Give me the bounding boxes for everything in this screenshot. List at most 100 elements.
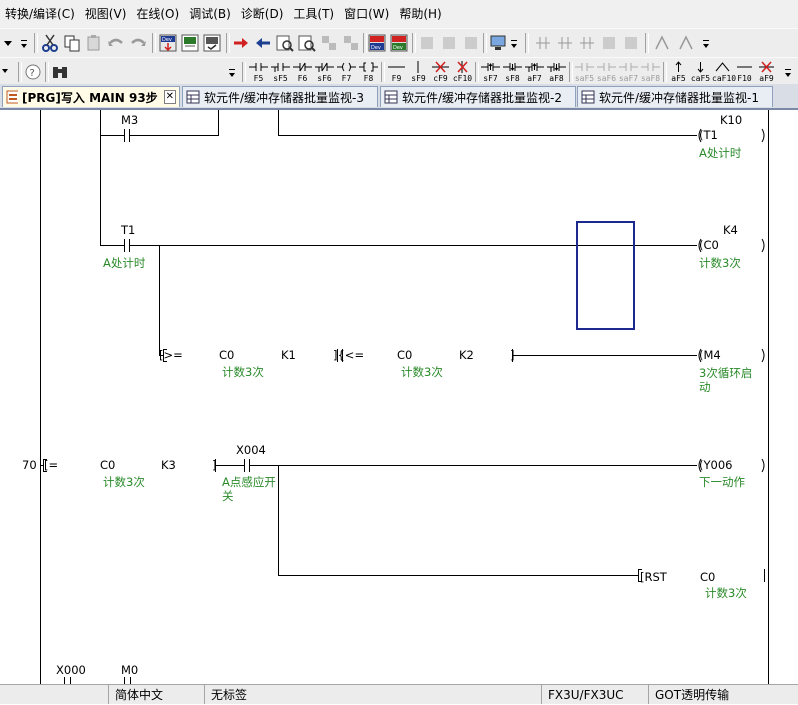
compare-constant: K1	[281, 348, 296, 362]
fkey-delete-horizontal[interactable]: cF9	[430, 61, 451, 83]
toolbar-separator	[226, 33, 230, 53]
tab-program-main[interactable]: [PRG]写入 MAIN 93步 ✕	[2, 86, 180, 107]
fkey-operation-result[interactable]: caF5	[690, 61, 711, 83]
toolbar-overflow-icon[interactable]	[782, 62, 794, 82]
svg-text:Dev: Dev	[371, 45, 381, 51]
ladder-column-icon[interactable]	[577, 33, 597, 53]
undo-icon[interactable]	[106, 33, 126, 53]
toolbar-overflow-icon[interactable]	[18, 33, 30, 53]
paste-icon[interactable]	[84, 33, 104, 53]
fkey-pulse-or-disabled[interactable]: saF6	[596, 61, 617, 83]
ladder-insert-icon[interactable]	[533, 33, 553, 53]
toolbar-overflow-icon[interactable]	[700, 33, 712, 53]
monitor-start-icon[interactable]: Dev	[367, 33, 387, 53]
tab-device-batch-monitor-3[interactable]: 软元件/缓冲存储器批量监视-3	[182, 86, 378, 107]
menu-window[interactable]: 窗口(W)	[339, 3, 394, 25]
standard-toolbar: Dev Dev Dev	[0, 28, 798, 59]
display-icon[interactable]	[488, 33, 508, 53]
redo-icon[interactable]	[128, 33, 148, 53]
fkey-rising-pulse-branch[interactable]: aF7	[524, 61, 545, 83]
zoom-dropdown-icon[interactable]	[0, 62, 16, 82]
copy-icon[interactable]	[62, 33, 82, 53]
menu-tools[interactable]: 工具(T)	[288, 3, 339, 25]
toolbar-dropdown-icon[interactable]	[1, 33, 15, 53]
help-icon[interactable]: ?	[23, 62, 43, 82]
contact-device: M0	[121, 663, 139, 677]
status-empty	[0, 685, 108, 704]
find-device-icon[interactable]	[275, 33, 295, 53]
device-comment: 计数3次	[401, 365, 443, 379]
menu-diagnostics[interactable]: 诊断(D)	[236, 3, 289, 25]
edit-cursor	[576, 221, 635, 330]
fkey-coil[interactable]: F7	[336, 61, 357, 83]
fkey-line-delete[interactable]: aF9	[756, 61, 777, 83]
toolbar-separator	[242, 62, 246, 82]
fkey-vertical-line[interactable]: sF9	[408, 61, 429, 83]
fkey-rising-pulse[interactable]: sF7	[480, 61, 501, 83]
coil-setpoint: K10	[720, 113, 743, 127]
fkey-pulse-or-disabled[interactable]: saF8	[640, 61, 661, 83]
menu-view[interactable]: 视图(V)	[80, 3, 132, 25]
menu-debug[interactable]: 调试(B)	[184, 3, 236, 25]
binoculars-icon[interactable]	[50, 62, 70, 82]
status-bar: 简体中文 无标签 FX3U/FX3UC GOT透明传输	[0, 684, 798, 704]
toolbar-overflow-icon[interactable]	[226, 62, 238, 82]
fkey-pulse-or-disabled[interactable]: saF5	[574, 61, 595, 83]
verify-icon[interactable]	[202, 33, 222, 53]
fkey-closed-branch[interactable]: sF6	[314, 61, 335, 83]
menu-online[interactable]: 在线(O)	[131, 3, 184, 25]
monitor-window-icon	[186, 90, 200, 104]
ladder-block-icon[interactable]	[621, 33, 641, 53]
contact-device: X000	[56, 663, 86, 677]
cut-icon[interactable]	[40, 33, 60, 53]
fkey-invert[interactable]: aF5	[668, 61, 689, 83]
toolbar-overflow-icon[interactable]	[508, 33, 520, 53]
menu-convert[interactable]: 转换/编译(C)	[0, 3, 80, 25]
fkey-closed-contact[interactable]: F6	[292, 61, 313, 83]
write-to-plc-icon[interactable]	[180, 33, 200, 53]
find-instruction-icon[interactable]	[297, 33, 317, 53]
tab-device-batch-monitor-1[interactable]: 软元件/缓冲存储器批量监视-1	[577, 86, 773, 107]
replace-icon[interactable]	[319, 33, 339, 53]
fkey-horizontal-line[interactable]: F9	[386, 61, 407, 83]
replace-device-icon[interactable]	[341, 33, 361, 53]
fkey-falling-pulse[interactable]: sF8	[502, 61, 523, 83]
device-comment: 下一动作	[699, 475, 745, 489]
fkey-delete-vertical[interactable]: cF10	[452, 61, 473, 83]
fkey-pulse-or-disabled[interactable]: saF7	[618, 61, 639, 83]
comment-icon[interactable]	[439, 33, 459, 53]
read-from-plc-icon[interactable]: Dev	[158, 33, 178, 53]
close-icon[interactable]: ✕	[163, 90, 176, 104]
fkey-open-contact[interactable]: F5	[248, 61, 269, 83]
ladder-delete-icon[interactable]	[555, 33, 575, 53]
fkey-invert-pulse[interactable]: caF10	[712, 61, 736, 83]
instruction-close-bracket: ]	[510, 348, 515, 362]
step-number: 70	[22, 458, 37, 472]
program-icon	[6, 90, 19, 104]
jump-icon[interactable]	[231, 33, 251, 53]
device-comment: A点感应开关	[222, 475, 276, 503]
monitor-window-icon	[581, 90, 595, 104]
fkey-instruction[interactable]: F8	[358, 61, 379, 83]
return-icon[interactable]	[253, 33, 273, 53]
compare-constant: K3	[161, 458, 176, 472]
device-comment: 3次循环启动	[699, 366, 753, 394]
menu-help[interactable]: 帮助(H)	[394, 3, 446, 25]
statement-icon[interactable]	[461, 33, 481, 53]
ladder-down-icon[interactable]	[676, 33, 696, 53]
contact-device: M3	[121, 113, 139, 127]
tab-device-batch-monitor-2[interactable]: 软元件/缓冲存储器批量监视-2	[380, 86, 576, 107]
ladder-editor[interactable]: M3 K10 (T1 A处计时 T1 A处计时 K4 (C0 计数3次 [>= …	[0, 110, 798, 684]
monitor-write-icon[interactable]: Dev	[389, 33, 409, 53]
fkey-line-draw[interactable]: F10	[734, 61, 755, 83]
device-comment: 计数3次	[222, 365, 264, 379]
step-edit-icon[interactable]	[417, 33, 437, 53]
toolbar-separator	[18, 62, 22, 82]
monitor-window-icon	[384, 90, 398, 104]
ladder-up-icon[interactable]	[652, 33, 672, 53]
coil-setpoint: K4	[723, 223, 738, 237]
coil-device: (M4	[699, 348, 721, 362]
fkey-open-branch[interactable]: sF5	[270, 61, 291, 83]
ladder-row-icon[interactable]	[599, 33, 619, 53]
fkey-falling-pulse-branch[interactable]: aF8	[546, 61, 567, 83]
